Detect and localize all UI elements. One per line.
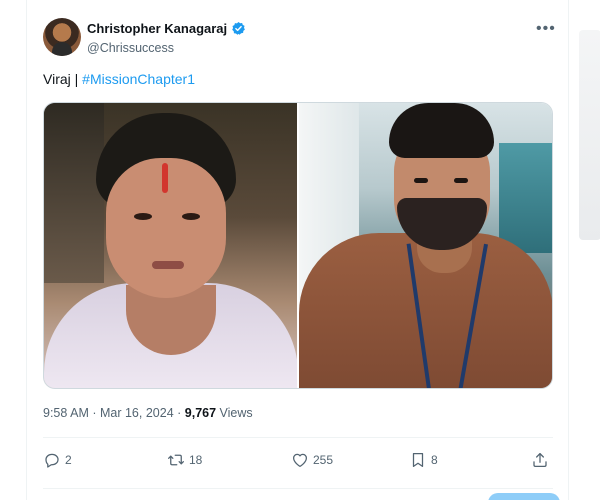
hashtag-link[interactable]: #MissionChapter1 <box>82 71 195 87</box>
like-button[interactable]: 255 <box>291 446 333 474</box>
like-count: 255 <box>313 453 334 467</box>
share-button[interactable] <box>531 446 549 474</box>
sidebar-preview <box>579 30 600 240</box>
bookmark-count: 8 <box>431 453 438 467</box>
views-count: 9,767 <box>184 406 217 420</box>
reply-icon <box>45 453 59 468</box>
divider <box>43 488 553 489</box>
tweet-timestamp: 9:58 AM · Mar 16, 2024 · 9,767 Views <box>43 406 253 420</box>
share-icon <box>533 452 547 468</box>
media-grid <box>43 102 553 389</box>
action-bar: 2 18 255 8 <box>43 446 553 474</box>
bookmark-button[interactable]: 8 <box>409 446 438 474</box>
bookmark-icon <box>412 452 424 468</box>
retweet-icon <box>168 454 184 466</box>
author-handle[interactable]: @Chrissuccess <box>87 41 174 55</box>
author-name-row[interactable]: Christopher Kanagaraj <box>87 21 246 36</box>
tweet[interactable]: Christopher Kanagaraj @Chrissuccess ••• … <box>26 0 568 500</box>
tweet-date[interactable]: Mar 16, 2024 <box>100 406 174 420</box>
tweet-time[interactable]: 9:58 AM <box>43 406 89 420</box>
reply-pill-button[interactable] <box>488 493 560 500</box>
media-image-left[interactable] <box>44 103 297 388</box>
views-label: Views <box>216 406 253 420</box>
verified-badge-icon <box>232 21 246 35</box>
author-display-name[interactable]: Christopher Kanagaraj <box>87 21 227 36</box>
tweet-text: Viraj | #MissionChapter1 <box>43 71 195 87</box>
avatar[interactable] <box>43 18 81 56</box>
reply-count: 2 <box>65 453 72 467</box>
divider <box>43 437 553 438</box>
more-icon[interactable]: ••• <box>536 20 556 38</box>
tweet-text-body: Viraj | <box>43 71 83 87</box>
right-sidebar-edge <box>568 0 600 500</box>
media-image-right[interactable] <box>299 103 552 388</box>
heart-icon <box>292 453 308 468</box>
retweet-count: 18 <box>189 453 203 467</box>
reply-button[interactable]: 2 <box>43 446 72 474</box>
retweet-button[interactable]: 18 <box>167 446 202 474</box>
